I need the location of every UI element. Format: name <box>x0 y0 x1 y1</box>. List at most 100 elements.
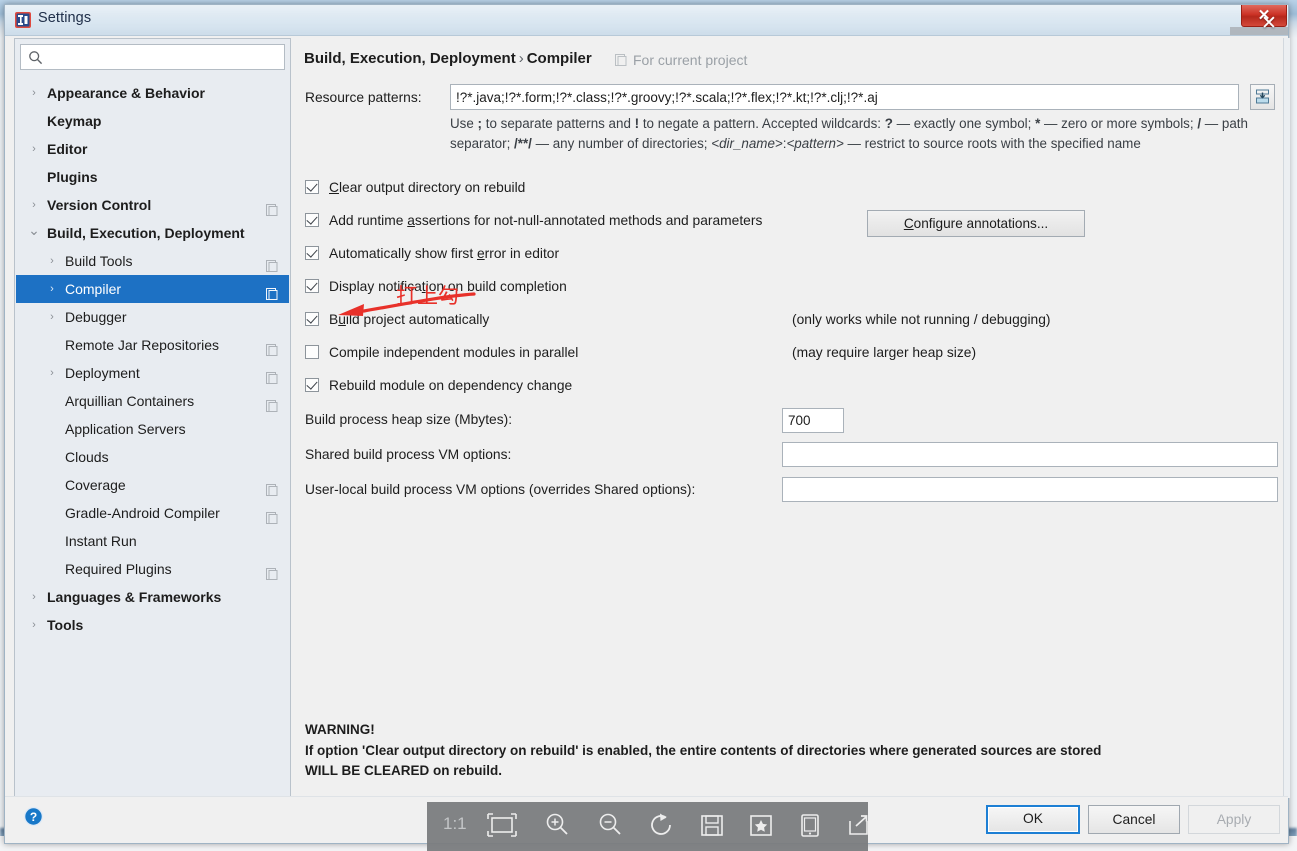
project-scope-icon <box>615 54 628 70</box>
settings-dialog: Settings ✕ ✕ › Appearance & Behavior Keyma… <box>4 4 1290 844</box>
chevron-right-icon[interactable]: › <box>27 135 41 163</box>
project-scope-icon <box>266 394 279 412</box>
resource-patterns-input[interactable] <box>450 84 1239 110</box>
checkbox-clear-output-directory-on[interactable] <box>305 180 319 194</box>
expand-editor-icon[interactable] <box>1250 84 1275 110</box>
sidebar-item-build-execution-deployment[interactable]: ⌄ Build, Execution, Deployment <box>16 219 289 247</box>
checkbox-label: Rebuild module on dependency change <box>329 378 573 393</box>
save-icon[interactable] <box>695 810 729 842</box>
svg-text:?: ? <box>30 810 37 824</box>
help-question-icon[interactable]: ? <box>23 806 44 827</box>
sidebar-item-label: Keymap <box>47 113 102 129</box>
sidebar-item-coverage[interactable]: Coverage <box>16 471 289 499</box>
field-label-user-local-build-process: User-local build process VM options (ove… <box>305 482 696 497</box>
sidebar-item-arquillian-containers[interactable]: Arquillian Containers <box>16 387 289 415</box>
chevron-right-icon[interactable]: › <box>27 611 41 639</box>
ratio-1to1-icon[interactable]: 1:1 <box>443 814 467 834</box>
sidebar-item-label: Gradle-Android Compiler <box>65 505 220 521</box>
project-scope-icon <box>266 282 279 300</box>
screenshot-toolbar: 1:1 <box>427 802 868 851</box>
sidebar-item-label: Coverage <box>65 477 126 493</box>
content-scrollbar[interactable] <box>1283 38 1290 798</box>
sidebar-item-compiler[interactable]: › Compiler <box>16 275 289 303</box>
resource-patterns-label: Resource patterns: <box>305 90 422 105</box>
field-input-user-local-build-process[interactable] <box>782 477 1278 502</box>
search-box[interactable] <box>20 44 285 70</box>
project-scope-icon <box>266 506 279 524</box>
apply-button[interactable]: Apply <box>1188 805 1280 834</box>
chevron-right-icon[interactable]: › <box>27 191 41 219</box>
sidebar-item-editor[interactable]: › Editor <box>16 135 289 163</box>
sidebar-item-keymap[interactable]: Keymap <box>16 107 289 135</box>
checkbox-note: (only works while not running / debuggin… <box>792 312 1051 327</box>
sidebar-item-label: Build Tools <box>65 253 133 269</box>
sidebar-item-remote-jar-repositories[interactable]: Remote Jar Repositories <box>16 331 289 359</box>
chevron-right-icon[interactable]: › <box>45 275 59 303</box>
sidebar-item-tools[interactable]: › Tools <box>16 611 289 639</box>
sidebar-item-plugins[interactable]: Plugins <box>16 163 289 191</box>
compiler-settings-panel: Build, Execution, Deployment › Compiler Fo… <box>295 38 1281 798</box>
sidebar-item-label: Deployment <box>65 365 140 381</box>
sidebar-item-debugger[interactable]: › Debugger <box>16 303 289 331</box>
rotate-icon[interactable] <box>645 810 679 842</box>
sidebar-item-label: Build, Execution, Deployment <box>47 225 245 241</box>
checkbox-label: Compile independent modules in parallel <box>329 345 579 360</box>
checkbox-compile-independent-modules-in[interactable] <box>305 345 319 359</box>
zoom-in-icon[interactable] <box>540 810 574 842</box>
window-title: Settings <box>38 10 92 26</box>
device-icon[interactable] <box>793 810 827 842</box>
breadcrumb-root[interactable]: Build, Execution, Deployment <box>304 50 516 67</box>
checkbox-build-project-automatically[interactable] <box>305 312 319 326</box>
field-input-build-process-heap-size[interactable] <box>782 408 844 433</box>
sidebar-item-label: Debugger <box>65 309 127 325</box>
chevron-right-icon[interactable]: › <box>45 247 59 275</box>
sidebar-item-application-servers[interactable]: Application Servers <box>16 415 289 443</box>
checkbox-add-runtime-assertions-for[interactable] <box>305 213 319 227</box>
chevron-down-icon[interactable]: ⌄ <box>27 219 41 241</box>
breadcrumb-leaf: Compiler <box>526 50 592 67</box>
sidebar-item-version-control[interactable]: › Version Control <box>16 191 289 219</box>
sidebar-item-label: Required Plugins <box>65 561 172 577</box>
warning-line-2: WILL BE CLEARED on rebuild. <box>305 763 502 778</box>
checkbox-display-notification-on-build[interactable] <box>305 279 319 293</box>
sidebar-item-label: Clouds <box>65 449 109 465</box>
chevron-right-icon[interactable]: › <box>45 359 59 387</box>
warning-message: WARNING! If option 'Clear output directo… <box>305 720 1265 782</box>
sidebar-item-clouds[interactable]: Clouds <box>16 443 289 471</box>
resource-patterns-help: Use ; to separate patterns and ! to nega… <box>450 116 1248 151</box>
warning-title: WARNING! <box>305 722 375 737</box>
sidebar-item-build-tools[interactable]: › Build Tools <box>16 247 289 275</box>
zoom-out-icon[interactable] <box>593 810 627 842</box>
search-input[interactable] <box>48 47 282 69</box>
cancel-button[interactable]: Cancel <box>1088 805 1180 834</box>
chevron-right-icon[interactable]: › <box>27 79 41 107</box>
checkbox-label: Display notification on build completion <box>329 279 567 294</box>
ok-button[interactable]: OK <box>986 805 1080 834</box>
sidebar-item-label: Application Servers <box>65 421 186 437</box>
project-scope-icon <box>266 198 279 216</box>
checkbox-label: Build project automatically <box>329 312 490 327</box>
favorite-star-icon[interactable] <box>744 810 778 842</box>
sidebar-item-gradle-android-compiler[interactable]: Gradle-Android Compiler <box>16 499 289 527</box>
share-icon[interactable] <box>842 810 868 842</box>
project-scope-icon <box>266 478 279 496</box>
fit-screen-icon[interactable] <box>485 810 519 842</box>
checkbox-label: Clear output directory on rebuild <box>329 180 526 195</box>
checkbox-note: (may require larger heap size) <box>792 345 977 360</box>
sidebar-item-label: Version Control <box>47 197 152 213</box>
checkbox-automatically-show-first-error[interactable] <box>305 246 319 260</box>
titlebar: Settings ✕ ✕ <box>5 5 1288 36</box>
sidebar-item-languages-frameworks[interactable]: › Languages & Frameworks <box>16 583 289 611</box>
sidebar-item-appearance-behavior[interactable]: › Appearance & Behavior <box>16 79 289 107</box>
sidebar-item-deployment[interactable]: › Deployment <box>16 359 289 387</box>
sidebar-item-instant-run[interactable]: Instant Run <box>16 527 289 555</box>
chevron-right-icon[interactable]: › <box>45 303 59 331</box>
chevron-right-icon[interactable]: › <box>27 583 41 611</box>
field-input-shared-build-process-vm[interactable] <box>782 442 1278 467</box>
configure-annotations-button[interactable]: Configure annotations... <box>867 210 1085 237</box>
checkbox-label: Automatically show first error in editor <box>329 246 560 261</box>
sidebar-item-label: Languages & Frameworks <box>47 589 222 605</box>
checkbox-rebuild-module-on-dependency[interactable] <box>305 378 319 392</box>
sidebar-item-required-plugins[interactable]: Required Plugins <box>16 555 289 583</box>
sidebar-item-label: Plugins <box>47 169 98 185</box>
